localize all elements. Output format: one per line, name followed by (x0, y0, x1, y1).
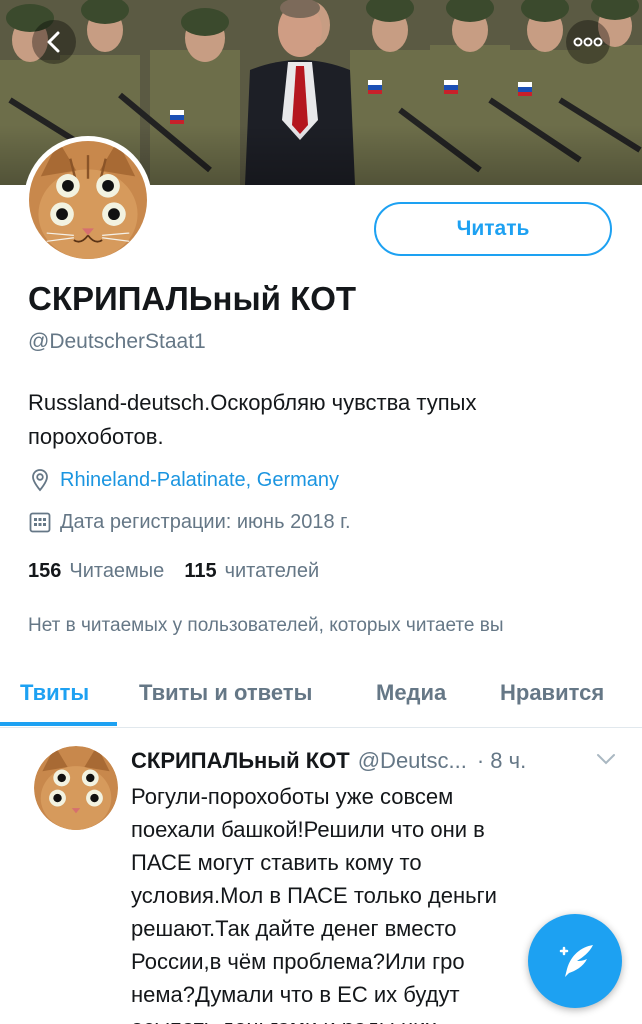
tweet-line: Рогули-порохоботы уже совсем (131, 784, 454, 809)
tweet-line: нема?Думали что в ЕС их будут (131, 982, 460, 1007)
back-button[interactable] (32, 20, 76, 64)
tab-likes[interactable]: Нравится (500, 660, 604, 726)
tab-tweets-and-replies[interactable]: Твиты и ответы (139, 660, 312, 726)
tweet-line: осыпать деньгами и рады них (131, 1011, 571, 1024)
tweet-line: ПАСЕ могут ставить кому то (131, 850, 422, 875)
following-count: 156 (28, 560, 62, 582)
tweet-header: СКРИПАЛЬный КОТ @Deutsc... · 8 ч. (131, 748, 621, 774)
tweet-author-handle[interactable]: @Deutsc... (358, 748, 467, 774)
tab-tweets[interactable]: Твиты (20, 660, 89, 726)
location-pin-icon (32, 469, 48, 492)
profile-tabs: Твиты Твиты и ответы Медиа Нравится (0, 660, 642, 728)
more-options-button[interactable] (566, 20, 610, 64)
profile-handle: @DeutscherStaat1 (28, 330, 206, 353)
tweet-timestamp: · 8 ч. (476, 748, 527, 773)
follow-button[interactable]: Читать (374, 202, 612, 256)
tweet-line: решают.Так дайте денег вместо (131, 916, 457, 941)
joined-text: Дата регистрации: июнь 2018 г. (60, 510, 351, 533)
profile-location[interactable]: Rhineland-Palatinate, Germany (28, 468, 339, 492)
tweet-avatar[interactable] (34, 746, 118, 830)
location-text[interactable]: Rhineland-Palatinate, Germany (60, 469, 339, 492)
profile-name: СКРИПАЛЬный КОТ (28, 280, 357, 317)
more-dots-icon (573, 37, 603, 47)
followers-label: читателей (224, 560, 320, 582)
follow-stats: 156 Читаемые 115 читателей (28, 560, 339, 583)
tweet-text[interactable]: Рогули-порохоботы уже совсем поехали баш… (131, 780, 571, 1024)
calendar-icon (29, 512, 51, 533)
compose-tweet-button[interactable] (528, 914, 622, 1008)
tweet-line: поехали башкой!Решили что они в (131, 817, 485, 842)
profile-bio: Russland-deutsch.Оскорбляю чувства тупых… (28, 390, 477, 449)
tweet-line: России,в чём проблема?Или гро (131, 949, 465, 974)
profile-avatar[interactable] (24, 136, 152, 264)
profile-joined: Дата регистрации: июнь 2018 г. (28, 510, 351, 534)
cat-avatar-image (29, 141, 147, 259)
cat-avatar-image (34, 746, 118, 830)
followers-count: 115 (184, 560, 217, 582)
mutual-followers-note: Нет в читаемых у пользователей, которых … (28, 615, 504, 636)
tweet-line: условия.Мол в ПАСЕ только деньги (131, 883, 497, 908)
following-label: Читаемые (69, 560, 165, 582)
chevron-down-icon[interactable] (596, 752, 616, 766)
compose-tweet-icon (559, 945, 593, 977)
following-stat[interactable]: 156 Читаемые (28, 560, 164, 583)
chevron-left-icon (47, 31, 60, 53)
tab-media[interactable]: Медиа (376, 660, 446, 726)
tweet-author-name[interactable]: СКРИПАЛЬный КОТ (131, 748, 350, 774)
followers-stat[interactable]: 115 читателей (184, 560, 319, 583)
active-tab-indicator (0, 722, 117, 726)
